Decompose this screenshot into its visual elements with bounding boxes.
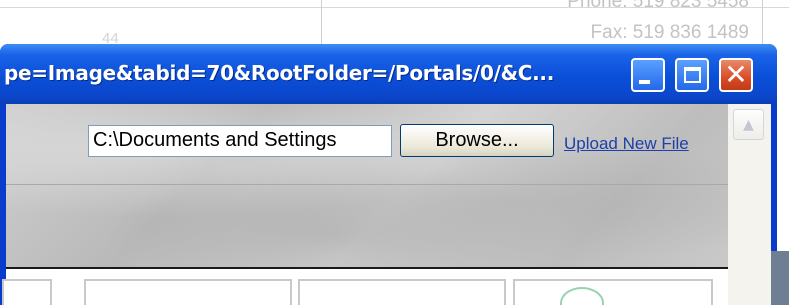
thumbnail-frame[interactable] (298, 279, 506, 305)
browse-button[interactable]: Browse... (400, 124, 554, 157)
chevron-up-icon: ▲ (743, 116, 754, 133)
file-path-input[interactable]: C:\Documents and Settings (88, 125, 392, 157)
thumbnail-strip (2, 267, 728, 305)
background-fax-text: Fax: 519 836 1489 (590, 22, 749, 43)
background-edge-bar (771, 251, 789, 305)
upload-new-file-link[interactable]: Upload New File (564, 134, 689, 154)
window-titlebar[interactable]: pe=Image&tabid=70&RootFolder=/Portals/0/… (0, 44, 777, 104)
marble-background-panel: C:\Documents and Settings Browse... Uplo… (6, 104, 728, 267)
minimize-button[interactable] (631, 58, 665, 92)
window-content: C:\Documents and Settings Browse... Uplo… (2, 104, 771, 305)
background-column-line (321, 0, 322, 50)
vertical-scrollbar[interactable]: ▲ (728, 104, 771, 305)
scroll-up-button[interactable]: ▲ (733, 109, 764, 140)
close-button[interactable]: ✕ (719, 58, 753, 92)
window-title: pe=Image&tabid=70&RootFolder=/Portals/0/… (4, 61, 555, 85)
maximize-button[interactable] (675, 58, 709, 92)
thumbnail-frame[interactable] (84, 279, 292, 305)
background-phone-text: Phone: 519 823 5458 (567, 0, 749, 12)
popup-window: pe=Image&tabid=70&RootFolder=/Portals/0/… (0, 44, 777, 305)
panel-divider (6, 184, 728, 185)
thumbnail-frame[interactable] (513, 279, 713, 305)
background-column-line-right (762, 0, 763, 50)
close-icon: ✕ (724, 58, 748, 91)
maximize-icon (683, 67, 701, 83)
thumbnail-frame[interactable] (2, 279, 52, 305)
minimize-icon (638, 80, 650, 84)
thumbnail-image (560, 287, 604, 305)
